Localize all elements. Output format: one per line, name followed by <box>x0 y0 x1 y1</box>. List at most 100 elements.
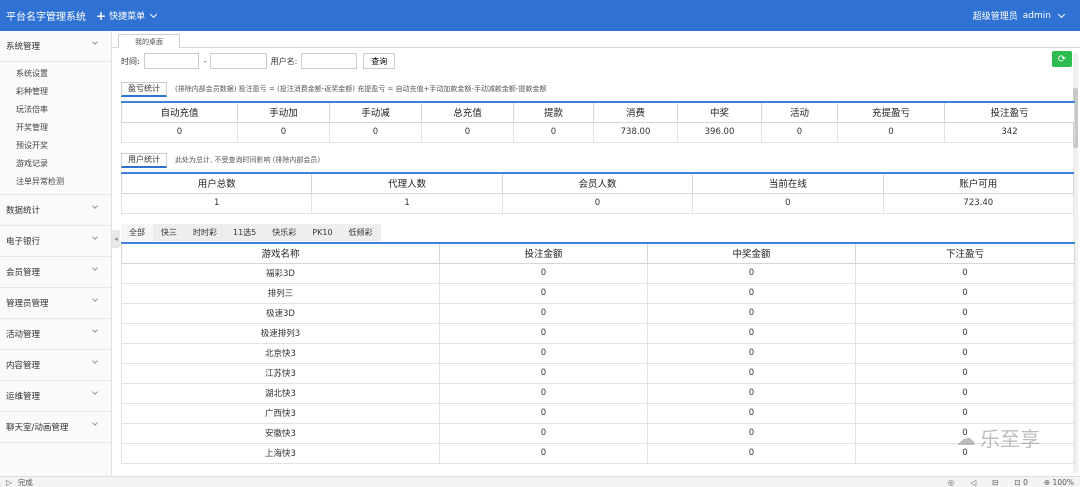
chevron-down-icon <box>92 265 98 271</box>
table-row: 排列三 0 0 0 <box>121 282 1075 304</box>
zoom-level: 100% <box>1052 477 1074 487</box>
users-section-head: 用户统计 此处为总计, 不受查询时间影响 (排除内部会员) <box>121 152 320 168</box>
games-cell: 0 <box>439 402 648 424</box>
profit-column-header: 中奖 <box>677 101 762 123</box>
user-menu[interactable]: 超级管理员 admin <box>973 9 1080 22</box>
sidebar-group[interactable]: 活动管理 <box>0 319 111 350</box>
sidebar-group-label: 管理员管理 <box>6 299 49 309</box>
games-cell: 0 <box>647 422 856 444</box>
page-icon: ▷ <box>6 477 12 487</box>
game-tab[interactable]: 快三 <box>153 224 185 241</box>
games-cell: 0 <box>439 262 648 284</box>
users-cell: 0 <box>501 192 694 214</box>
speaker-icon[interactable]: ◁ <box>970 478 976 487</box>
games-cell: 0 <box>647 442 856 464</box>
sidebar-item[interactable]: 预设开奖 <box>0 136 111 154</box>
games-cell: 广西快3 <box>121 402 440 424</box>
games-cell: 北京快3 <box>121 342 440 364</box>
profit-section-title: 盈亏统计 <box>121 81 167 97</box>
games-column-header: 游戏名称 <box>121 242 440 264</box>
game-tab[interactable]: 低频彩 <box>341 224 381 241</box>
games-cell: 0 <box>647 402 856 424</box>
query-button[interactable]: 查询 <box>363 53 396 69</box>
sidebar-item[interactable]: 游戏记录 <box>0 154 111 172</box>
games-cell: 0 <box>647 342 856 364</box>
sidebar-group[interactable]: 系统管理 <box>0 31 111 62</box>
print-icon[interactable]: ⊟ <box>992 478 998 487</box>
watermark: ☁ 乐至享 <box>956 423 1040 452</box>
sidebar-group-label: 数据统计 <box>6 206 41 216</box>
games-cell: 湖北快3 <box>121 382 440 404</box>
table-row: 福彩3D 0 0 0 <box>121 262 1075 284</box>
games-cell: 0 <box>855 322 1075 344</box>
table-row: 极速3D 0 0 0 <box>121 302 1075 324</box>
shield-icon[interactable]: ◎ <box>948 478 955 487</box>
profit-column-header: 手动加 <box>237 101 330 123</box>
chevron-down-icon <box>92 358 98 364</box>
top-bar: 平台名字管理系统 + 快捷菜单 超级管理员 admin <box>0 0 1080 31</box>
chevron-down-icon <box>92 389 98 395</box>
profit-column-header: 总充值 <box>421 101 514 123</box>
browser-status-bar: ▷ 完成 ◎ ◁ ⊟ ⊡ 0 ⊕ 100% <box>0 476 1080 487</box>
sidebar-group[interactable]: 管理员管理 <box>0 288 111 319</box>
tab-bar: 我的桌面 <box>112 31 1080 48</box>
games-cell: 0 <box>855 282 1075 304</box>
table-row: 湖北快3 0 0 0 <box>121 382 1075 404</box>
sidebar-group[interactable]: 运维管理 <box>0 381 111 412</box>
sidebar-item[interactable]: 玩法倍率 <box>0 100 111 118</box>
users-column-header: 用户总数 <box>120 172 313 194</box>
download-count[interactable]: ⊡ 0 <box>1014 478 1027 487</box>
game-tab[interactable]: 时时彩 <box>185 224 225 241</box>
table-row: 江苏快3 0 0 0 <box>121 362 1075 384</box>
sidebar-item[interactable]: 彩种管理 <box>0 82 111 100</box>
profit-cell: 0 <box>121 121 238 143</box>
games-cell: 0 <box>647 282 856 304</box>
games-cell: 0 <box>439 322 648 344</box>
games-cell: 安徽快3 <box>121 422 440 444</box>
games-column-header: 投注金额 <box>439 242 648 264</box>
main-content: 我的桌面 时间: - 用户名: 查询 ⟳ 盈亏统计 (排除内部会员数据) 投注盈… <box>112 31 1080 476</box>
games-column-header: 中奖金额 <box>647 242 856 264</box>
users-section-title: 用户统计 <box>121 152 167 168</box>
brand-title: 平台名字管理系统 <box>6 12 86 23</box>
quick-menu-button[interactable]: + 快捷菜单 <box>96 9 158 23</box>
profit-column-header: 自动充值 <box>121 101 238 123</box>
username-input[interactable] <box>301 53 358 69</box>
games-cell: 0 <box>855 402 1075 424</box>
games-cell: 福彩3D <box>121 262 440 284</box>
sidebar-group[interactable]: 数据统计 <box>0 195 111 226</box>
sidebar-item[interactable]: 系统设置 <box>0 64 111 82</box>
games-cell: 0 <box>439 342 648 364</box>
profit-column-header: 充提盈亏 <box>837 101 945 123</box>
games-table: 游戏名称 投注金额 中奖金额 下注盈亏 福彩3D 0 0 0 排列三 0 0 0 极速3D 0 0 0 极速排… <box>121 242 1075 464</box>
sidebar-item[interactable]: 开奖管理 <box>0 118 111 136</box>
game-tab[interactable]: 全部 <box>121 224 153 241</box>
tab-home[interactable]: 我的桌面 <box>118 34 180 48</box>
sidebar-group[interactable]: 内容管理 <box>0 350 111 381</box>
sidebar-item[interactable]: 注单异常检测 <box>0 172 111 190</box>
refresh-button[interactable]: ⟳ <box>1052 51 1072 67</box>
profit-cell: 0 <box>837 121 945 143</box>
sidebar-group[interactable]: 会员管理 <box>0 257 111 288</box>
game-tab[interactable]: PK10 <box>304 224 340 241</box>
games-cell: 上海快3 <box>121 442 440 464</box>
sidebar-group-label: 聊天室/动画管理 <box>6 423 69 433</box>
games-cell: 排列三 <box>121 282 440 304</box>
game-tab[interactable]: 11选5 <box>225 224 264 241</box>
status-text: 完成 <box>17 477 33 487</box>
zoom-control[interactable]: ⊕ 100% <box>1044 478 1074 487</box>
sidebar-submenu: 系统设置 彩种管理 玩法倍率 开奖管理 预设开奖 游戏记录 注单异常检测 <box>0 62 111 195</box>
table-row: 安徽快3 0 0 0 <box>121 422 1075 444</box>
games-cell: 0 <box>439 282 648 304</box>
end-time-input[interactable] <box>209 53 267 69</box>
game-tab[interactable]: 快乐彩 <box>264 224 304 241</box>
sidebar-group[interactable]: 电子银行 <box>0 226 111 257</box>
start-time-input[interactable] <box>143 53 199 69</box>
users-cell: 0 <box>692 192 884 214</box>
time-label: 时间: <box>121 56 140 66</box>
chevron-down-icon <box>92 420 98 426</box>
games-cell: 0 <box>855 302 1075 324</box>
table-row: 广西快3 0 0 0 <box>121 402 1075 424</box>
username-label: 用户名: <box>270 56 298 66</box>
sidebar-group[interactable]: 聊天室/动画管理 <box>0 412 111 443</box>
